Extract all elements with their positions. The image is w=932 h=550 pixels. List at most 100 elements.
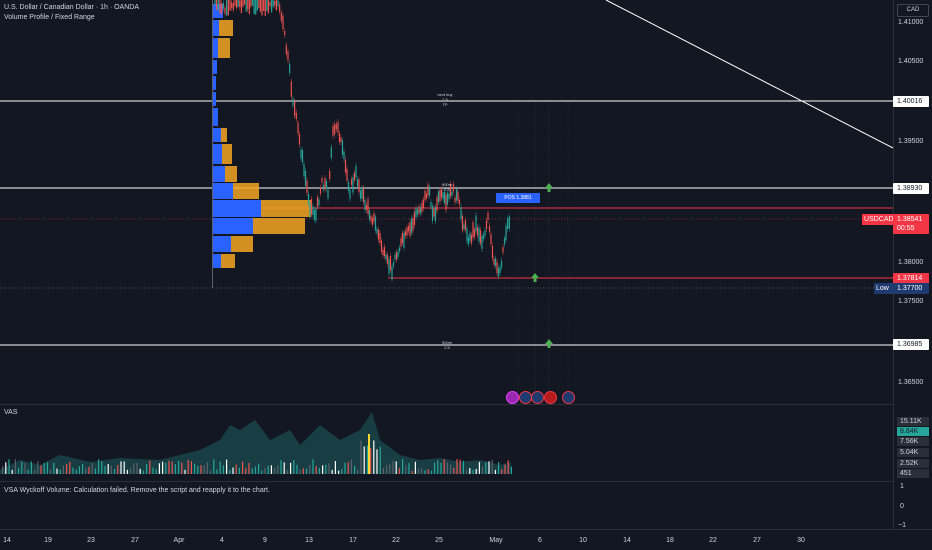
us-flag-icon[interactable]	[531, 391, 544, 404]
position-label[interactable]: POS 1.3881	[496, 194, 540, 202]
candle-body	[216, 0, 218, 11]
volume-bar	[72, 467, 74, 474]
candle-body	[428, 186, 431, 196]
volume-bar	[325, 464, 327, 474]
volume-bar	[82, 463, 84, 474]
volume-bar	[434, 462, 436, 474]
price-tick: 1.38000	[898, 259, 924, 266]
indicator-title[interactable]: Volume Profile / Fixed Range	[4, 14, 95, 21]
candle-body	[248, 0, 250, 15]
upper-target-note: 900m 2.5	[433, 182, 461, 192]
volume-bar	[437, 460, 439, 474]
volume-bar	[331, 469, 333, 474]
candle-body	[284, 31, 286, 36]
candle-body	[298, 134, 301, 145]
candle-body	[458, 199, 461, 205]
candle-body	[392, 262, 395, 267]
candle-body	[419, 207, 422, 214]
candle-body	[329, 170, 331, 180]
candle-body	[301, 150, 304, 163]
volume-bar	[494, 469, 496, 474]
candle-body	[346, 169, 348, 181]
lower-ratio: 2.5	[444, 345, 450, 350]
volume-bar	[462, 460, 464, 474]
volume-bar	[488, 461, 490, 474]
volume-bar	[123, 461, 125, 474]
candle-body	[364, 199, 366, 211]
volume-bar	[258, 463, 260, 474]
volume-bar	[117, 464, 119, 474]
candle-body	[261, 0, 263, 16]
volume-bar	[232, 467, 234, 474]
volume-bar	[226, 459, 228, 474]
volume-bar	[414, 461, 416, 474]
candle-body	[430, 202, 432, 208]
candle-body	[251, 0, 254, 6]
volume-bar	[373, 440, 375, 474]
price-candles	[214, 0, 510, 283]
candle-body	[300, 149, 302, 159]
volume-bar	[395, 461, 397, 474]
volume-bar	[206, 462, 208, 474]
chart-canvas[interactable]	[0, 0, 932, 550]
candle-body	[427, 184, 429, 196]
candle-body	[259, 0, 262, 13]
us-flag-icon[interactable]	[562, 391, 575, 404]
volume-bar	[18, 467, 20, 474]
volume-bar	[171, 461, 173, 474]
low-label: Low	[874, 283, 893, 294]
candle-body	[322, 184, 325, 190]
candle-body	[445, 194, 447, 211]
candle-body	[335, 124, 337, 130]
candle-body	[463, 224, 465, 229]
volume-bar	[245, 468, 247, 474]
symbol-title[interactable]: U.S. Dollar / Canadian Dollar · 1h · OAN…	[4, 4, 139, 11]
volume-bar	[8, 459, 10, 474]
candle-body	[355, 165, 357, 178]
candle-body	[221, 3, 223, 14]
volume-bar	[478, 461, 480, 474]
volume-bar	[338, 470, 340, 474]
volume-bar	[85, 468, 87, 474]
candle-body	[282, 15, 284, 30]
date-tick: 6	[538, 537, 542, 544]
volume-bar	[341, 469, 343, 474]
candle-body	[319, 187, 322, 194]
price-tag-level-1: 1.40016	[893, 96, 929, 107]
volume-bar	[485, 462, 487, 474]
candle-body	[496, 261, 498, 274]
candle-body	[307, 193, 310, 205]
currency-button[interactable]: CAD	[897, 4, 929, 17]
volume-bar	[350, 459, 352, 474]
candle-body	[297, 122, 299, 134]
candle-body	[239, 0, 241, 8]
volume-bar	[235, 464, 237, 474]
candle-body	[409, 222, 411, 237]
canada-flag-icon[interactable]	[544, 391, 557, 404]
volume-bar	[347, 462, 349, 474]
candle-body	[312, 206, 314, 215]
volume-bar	[146, 464, 148, 474]
volume-bar	[491, 459, 493, 474]
candle-body	[310, 199, 313, 215]
candle-body	[499, 267, 501, 273]
volume-profile	[212, 0, 311, 288]
candle-body	[337, 122, 339, 133]
candle-body	[508, 216, 510, 229]
candle-body	[325, 180, 328, 189]
volume-bar	[267, 465, 269, 474]
volume-bar	[360, 440, 362, 474]
candle-body	[475, 215, 477, 232]
volume-bar	[91, 463, 93, 474]
candle-body	[272, 0, 274, 7]
candle-body	[424, 190, 426, 201]
volume-tag: 15.11K	[897, 417, 929, 426]
candle-body	[490, 234, 492, 245]
volume-panel-title[interactable]: VAS	[4, 409, 18, 416]
candle-body	[295, 112, 297, 119]
price-tick: 1.41000	[898, 19, 924, 26]
event-icon[interactable]	[506, 391, 519, 404]
volume-bar	[482, 466, 484, 474]
candle-body	[395, 252, 398, 260]
volume-bar	[318, 468, 320, 474]
